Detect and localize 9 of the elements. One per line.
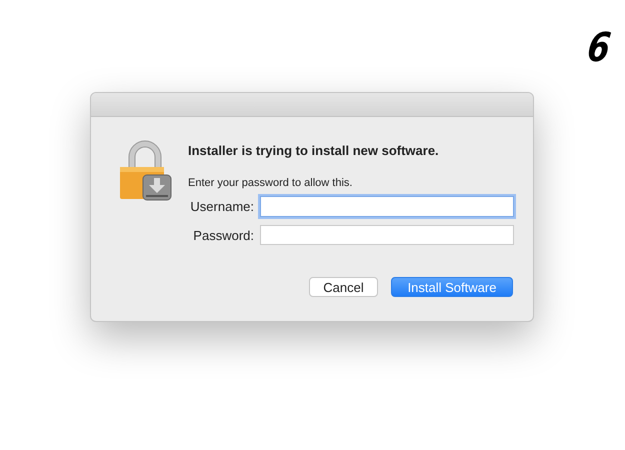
input-field[interactable] (260, 225, 514, 245)
cancel-button[interactable]: Cancel (309, 277, 378, 297)
step-number: 6 (585, 28, 614, 68)
field-label: Username: (189, 199, 254, 214)
input-field[interactable] (260, 196, 514, 217)
dialog-message: Enter your password to allow this. (188, 177, 354, 189)
dialog-heading: Installer is trying to install new software. (188, 143, 440, 158)
field-label: Password: (192, 228, 254, 242)
lock-icon (118, 139, 172, 201)
